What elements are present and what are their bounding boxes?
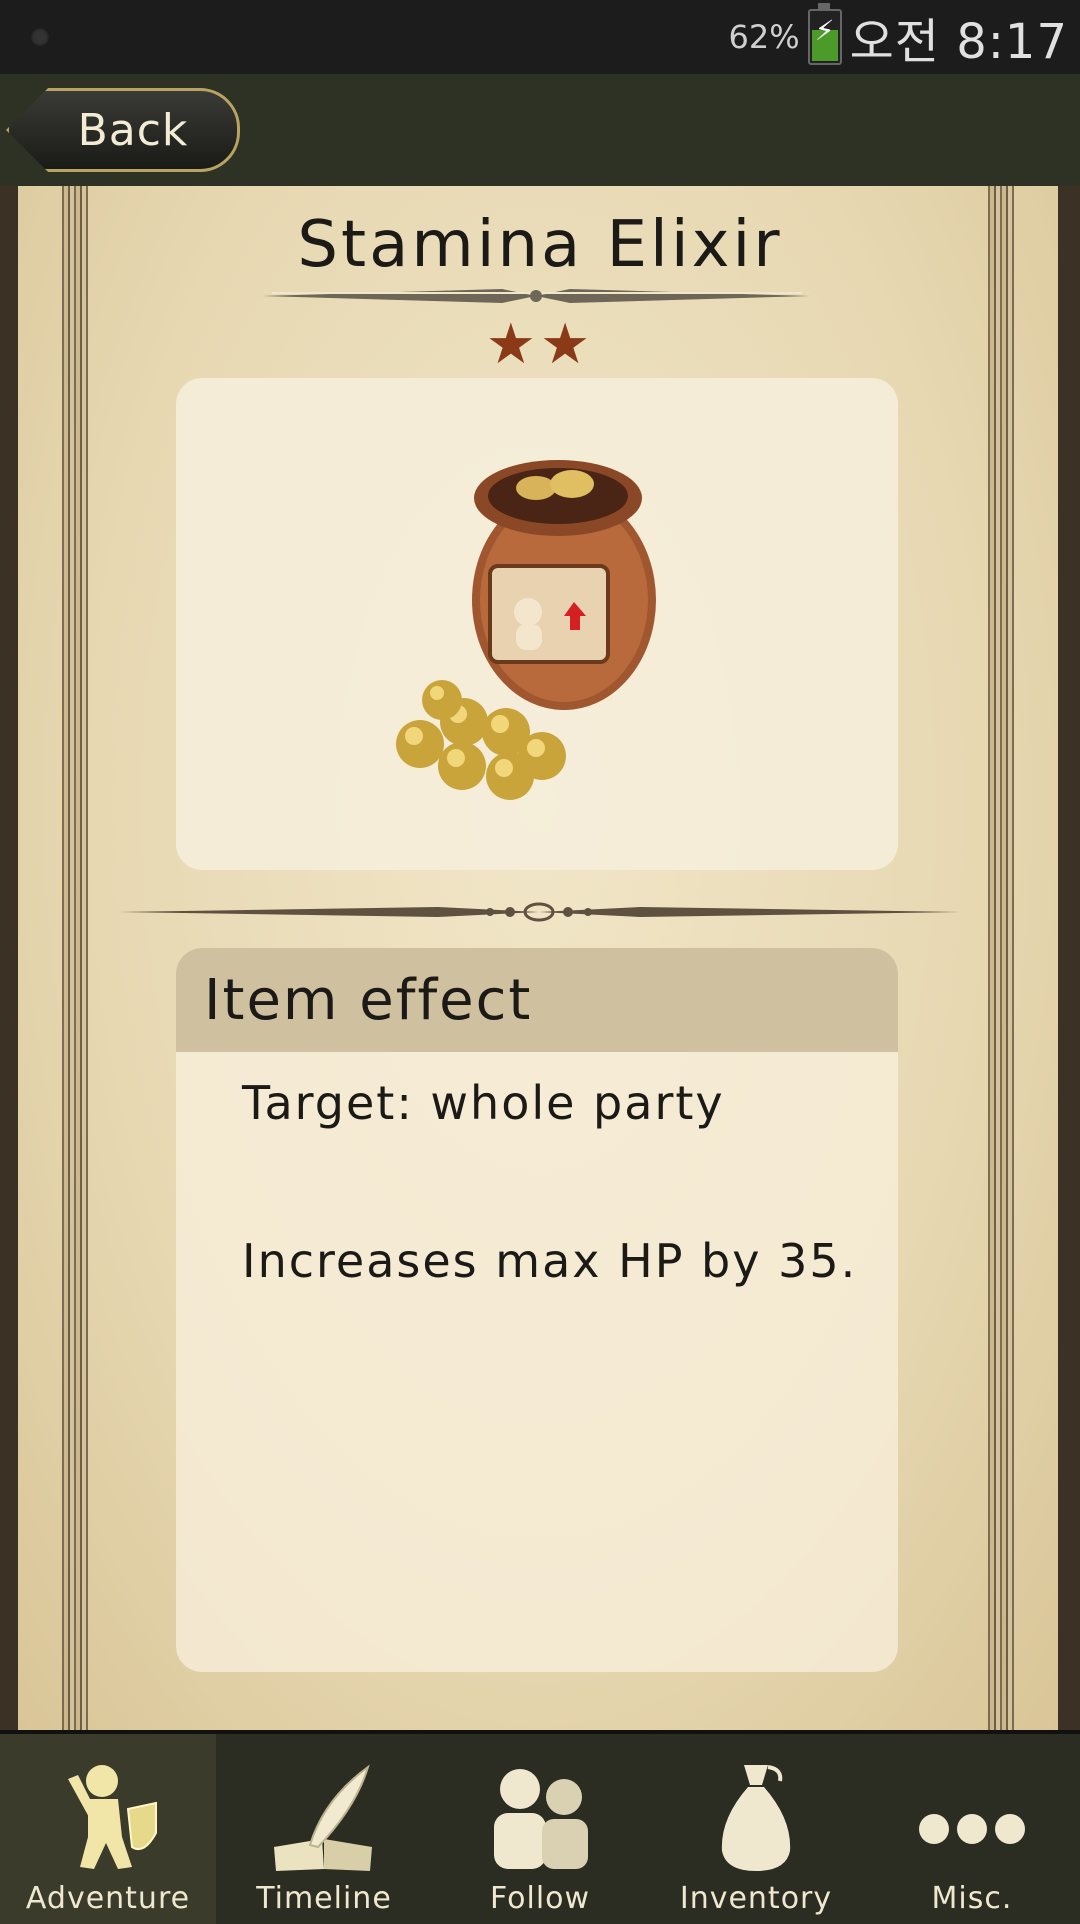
camera-dot-icon bbox=[30, 27, 50, 47]
rarity-stars: ★★ bbox=[485, 312, 595, 377]
quill-book-icon bbox=[274, 1764, 372, 1871]
effect-description-text: Increases max HP by 35. bbox=[242, 1234, 858, 1288]
adventurer-icon bbox=[68, 1765, 157, 1869]
header-bar: Back bbox=[0, 74, 1080, 186]
sack-icon bbox=[721, 1765, 791, 1871]
back-button[interactable]: Back bbox=[6, 88, 240, 172]
more-dots-icon bbox=[919, 1814, 1025, 1844]
ornamental-border-right bbox=[988, 186, 1014, 1730]
clock: 오전 8:17 bbox=[849, 14, 1068, 70]
status-bar: 62% ⚡ 오전 8:17 bbox=[0, 0, 1080, 74]
title-underline-ornament bbox=[262, 289, 810, 303]
back-button-label: Back bbox=[77, 104, 189, 156]
item-effect-panel: Item effect Target: whole party Increase… bbox=[176, 948, 898, 1672]
people-icon bbox=[494, 1769, 588, 1869]
effect-target-text: Target: whole party bbox=[242, 1076, 725, 1130]
nav-label-inventory: Inventory bbox=[679, 1881, 833, 1916]
item-title: Stamina Elixir bbox=[297, 208, 783, 282]
item-image-panel bbox=[176, 378, 898, 870]
ornamental-divider bbox=[118, 902, 960, 922]
nav-item-follow[interactable]: Follow bbox=[432, 1734, 648, 1924]
nav-label-adventure: Adventure bbox=[25, 1881, 191, 1916]
battery-percent: 62% bbox=[728, 18, 800, 56]
nav-item-misc[interactable]: Misc. bbox=[864, 1734, 1080, 1924]
item-effect-heading: Item effect bbox=[176, 948, 898, 1052]
nav-item-inventory[interactable]: Inventory bbox=[648, 1734, 864, 1924]
nav-label-timeline: Timeline bbox=[256, 1881, 392, 1916]
nav-label-misc: Misc. bbox=[931, 1881, 1013, 1916]
battery-icon: ⚡ bbox=[807, 3, 842, 65]
nav-label-follow: Follow bbox=[489, 1881, 591, 1916]
nav-item-adventure[interactable]: Adventure bbox=[0, 1734, 216, 1924]
status-right: 62% ⚡ 오전 8:17 bbox=[728, 3, 1069, 70]
ornamental-border-left bbox=[62, 186, 88, 1730]
bottom-nav: Adventure Timeline Follow Inventory Misc… bbox=[0, 1730, 1080, 1924]
nav-item-timeline[interactable]: Timeline bbox=[216, 1734, 432, 1924]
stamina-elixir-image bbox=[396, 460, 656, 800]
